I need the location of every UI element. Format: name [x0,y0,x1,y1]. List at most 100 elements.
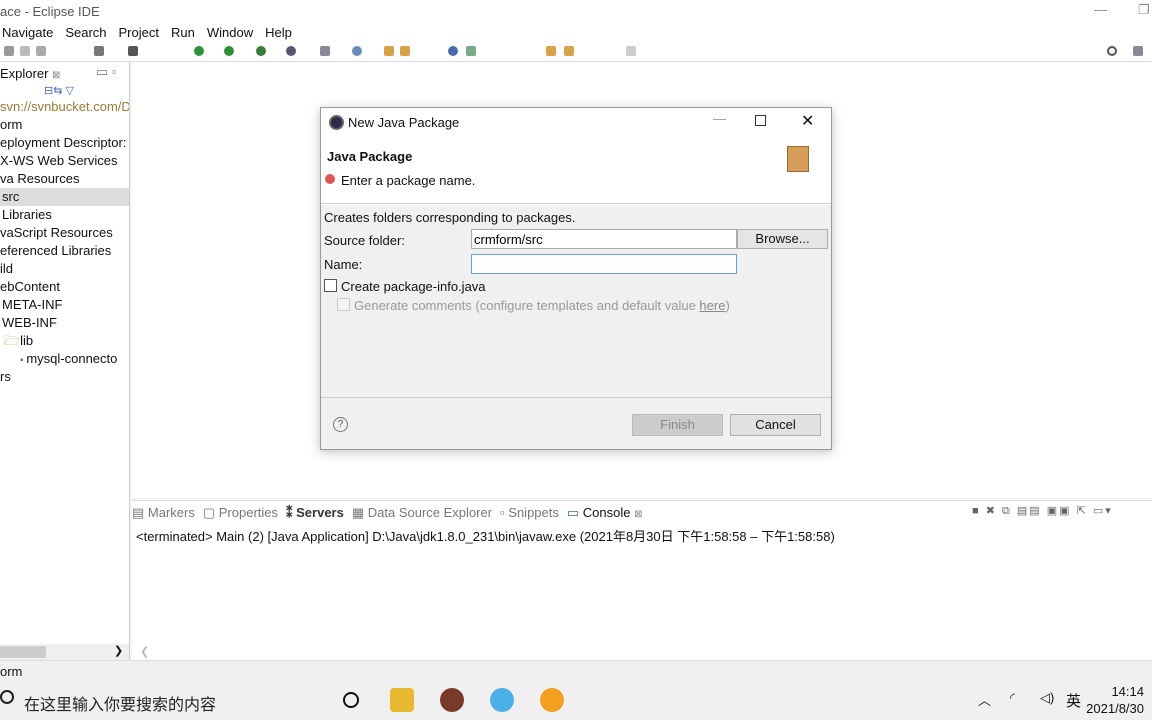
source-folder-input[interactable] [471,229,737,249]
tab-markers[interactable]: ▤ Markers [132,505,195,523]
tree-item[interactable]: ▪ mysql-connecto [0,350,129,368]
taskbar-search-box[interactable]: 在这里输入你要搜索的内容 [24,691,216,715]
status-bar: orm [0,660,1152,680]
taskbar-clock[interactable]: 14:14 2021/8/30 [1086,683,1144,717]
tree-item[interactable]: eployment Descriptor: [0,134,129,152]
maximize-icon[interactable] [755,115,766,126]
horizontal-scrollbar[interactable]: ❯ [0,644,129,660]
tree-item[interactable]: WEB-INF [0,314,129,332]
tree-item[interactable]: va Resources [0,170,129,188]
cancel-button[interactable]: Cancel [730,414,821,436]
tree-item[interactable]: X-WS Web Services [0,152,129,170]
toolbar-icon[interactable] [4,46,14,56]
tree-item[interactable]: vaScript Resources [0,224,129,242]
explorer-tab-label: Explorer [0,66,49,81]
scroll-right-icon[interactable]: ❯ [114,644,123,657]
toolbar-icon[interactable] [128,46,138,56]
menu-window[interactable]: Window [201,22,259,42]
browse-button[interactable]: Browse... [737,229,828,249]
scroll-thumb[interactable] [0,646,46,658]
open-type-icon[interactable] [384,46,394,56]
minimize-icon[interactable]: — [1094,2,1107,17]
minimize-icon[interactable]: — [713,111,726,126]
search-icon[interactable] [0,690,14,704]
tab-label: Markers [147,505,195,520]
run-icon[interactable] [224,46,234,56]
tree-item[interactable]: svn://svnbucket.com/D [0,98,129,116]
menu-project[interactable]: Project [113,22,165,42]
tree-item[interactable]: Libraries [0,206,129,224]
wifi-icon[interactable]: ◜ [1010,690,1015,706]
toolbar-icon[interactable] [320,46,330,56]
external-tools-icon[interactable] [286,46,296,56]
close-icon[interactable]: ✕ [801,111,814,131]
toolbar-icon[interactable] [626,46,636,56]
search-icon[interactable] [1107,46,1117,56]
tab-project-explorer[interactable]: Explorer ⊠ [0,66,60,81]
app-icon[interactable] [540,688,564,712]
app-title: ace - Eclipse IDE [0,4,100,19]
menu-bar: Navigate Search Project Run Window Help [0,22,1152,42]
menu-run[interactable]: Run [165,22,201,42]
nav-forward-icon[interactable] [564,46,574,56]
toolbar-icon[interactable] [400,46,410,56]
generate-comments-suffix: ) [725,298,730,313]
bottom-panel: ▤ Markers ▢ Properties ⁑ Servers ▦ Data … [132,500,1152,660]
menu-navigate[interactable]: Navigate [0,22,59,42]
task-view-icon[interactable] [343,692,359,708]
scroll-left-icon[interactable]: ❮ [140,645,149,658]
help-icon[interactable]: ? [333,417,348,432]
package-name-input[interactable] [471,254,737,274]
eclipse-icon[interactable] [440,688,464,712]
dialog-footer: ? Finish Cancel [321,397,831,449]
toolbar-icon[interactable] [466,46,476,56]
maximize-icon[interactable]: ▫ [112,64,117,79]
restore-icon[interactable]: ❐ [1138,2,1150,18]
toolbar-icon[interactable] [36,46,46,56]
toolbar-icon[interactable] [94,46,104,56]
close-icon[interactable]: ⊠ [52,70,60,81]
close-icon[interactable]: ⊠ [634,509,642,520]
volume-icon[interactable]: ◁) [1040,690,1054,706]
nav-back-icon[interactable] [546,46,556,56]
finish-button[interactable]: Finish [632,414,723,436]
menu-help[interactable]: Help [259,22,298,42]
debug-icon[interactable] [194,46,204,56]
tree-item[interactable]: rs [0,368,129,386]
tree-item[interactable]: ild [0,260,129,278]
perspective-icon[interactable] [1133,46,1143,56]
tree-item[interactable]: META-INF [0,296,129,314]
tab-properties[interactable]: ▢ Properties [203,505,278,523]
toolbar-icon[interactable] [448,46,458,56]
ime-indicator[interactable]: 英 [1066,690,1081,711]
tab-snippets[interactable]: ▫ Snippets [500,505,559,523]
collapse-all-icon[interactable]: ⊟⇆ ▽ [44,84,74,97]
file-explorer-icon[interactable] [390,688,414,712]
tree-item[interactable]: 🗁lib [0,332,129,350]
console-toolbar-icons[interactable]: ■ ✖ ⧉ ▤▤ ▣▣ ⇱ ▭▾ [972,504,1113,518]
menu-search[interactable]: Search [59,22,112,42]
tab-console[interactable]: ▭ Console ⊠ [567,505,643,523]
package-wizard-icon [787,146,809,172]
tree-item-label: mysql-connecto [26,351,118,366]
toolbar-icon[interactable] [352,46,362,56]
tree-item[interactable]: eferenced Libraries [0,242,129,260]
dialog-title: New Java Package [348,115,460,130]
browser-icon[interactable] [490,688,514,712]
run-config-icon[interactable] [256,46,266,56]
tree-item[interactable]: orm [0,116,129,134]
chevron-up-icon[interactable]: ︿ [978,690,991,709]
window-titlebar: ace - Eclipse IDE — ❐ [0,0,1152,22]
tree-item[interactable]: ebContent [0,278,129,296]
tab-data-source-explorer[interactable]: ▦ Data Source Explorer [352,505,492,523]
configure-templates-link[interactable]: here [699,298,725,313]
tree-item-selected[interactable]: src [0,188,129,206]
generate-comments-checkbox [337,298,350,311]
toolbar-icon[interactable] [20,46,30,56]
minimize-icon[interactable]: ▭ [96,64,108,80]
dialog-heading: Java Package [327,149,413,164]
tab-servers[interactable]: ⁑ Servers [286,505,344,523]
clock-time: 14:14 [1111,684,1144,699]
create-package-info-checkbox[interactable] [324,279,337,292]
tab-label: Servers [296,505,344,520]
